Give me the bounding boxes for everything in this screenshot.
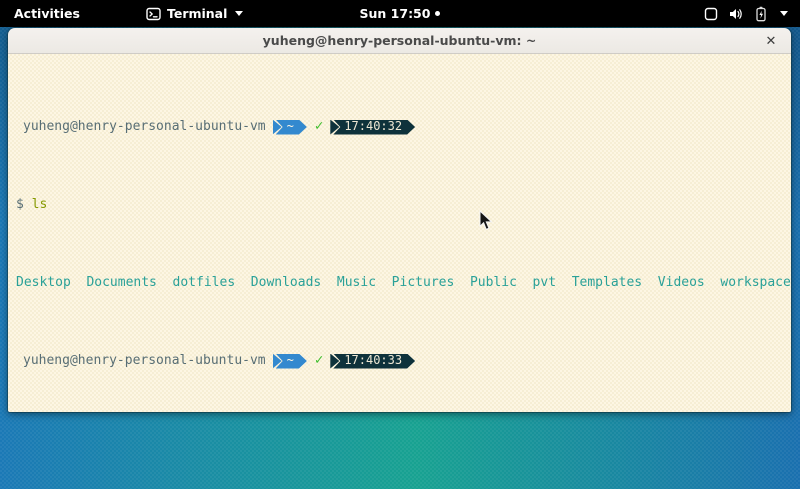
- prompt-user: yuheng@henry-personal-ubuntu-vm: [23, 119, 266, 135]
- system-status-area[interactable]: [692, 0, 800, 27]
- prompt-user: yuheng@henry-personal-ubuntu-vm: [23, 353, 266, 369]
- typed-command: ls: [32, 197, 48, 213]
- status-check-icon: ✓: [315, 119, 323, 135]
- terminal-screen[interactable]: yuheng@henry-personal-ubuntu-vm ~ ✓ 17:4…: [8, 54, 791, 412]
- clock-label[interactable]: Sun 17:50: [360, 6, 431, 21]
- prompt-line-1: yuheng@henry-personal-ubuntu-vm ~ ✓ 17:4…: [16, 119, 791, 135]
- prompt-path-segment: ~: [273, 120, 307, 135]
- chevron-down-icon: [780, 11, 788, 16]
- prompt-path-segment: ~: [273, 354, 307, 369]
- prompt-time-segment: 17:40:32: [330, 120, 415, 135]
- notification-dot: [435, 11, 440, 16]
- close-icon[interactable]: ✕: [759, 28, 783, 54]
- terminal-window: yuheng@henry-personal-ubuntu-vm: ~ ✕ yuh…: [8, 28, 791, 412]
- chevron-down-icon: [235, 11, 243, 16]
- terminal-icon: [146, 7, 161, 21]
- window-title: yuheng@henry-personal-ubuntu-vm: ~: [263, 33, 537, 48]
- volume-icon: [729, 7, 744, 21]
- ls-output: Desktop Documents dotfiles Downloads Mus…: [16, 275, 791, 291]
- desktop: { "top_bar": { "activities_label": "Acti…: [0, 0, 800, 489]
- battery-charging-icon: [755, 6, 767, 22]
- prompt-line-2: yuheng@henry-personal-ubuntu-vm ~ ✓ 17:4…: [16, 353, 791, 369]
- top-bar: Activities Terminal Sun 17:50: [0, 0, 800, 27]
- activities-button[interactable]: Activities: [0, 0, 94, 27]
- prompt-time: 17:40:32: [333, 120, 415, 135]
- prompt-time: 17:40:33: [333, 354, 415, 369]
- prompt-time-segment: 17:40:33: [330, 354, 415, 369]
- app-menu-label: Terminal: [167, 6, 227, 21]
- status-check-icon: ✓: [315, 353, 323, 369]
- screen-share-icon: [704, 7, 718, 21]
- app-menu-terminal[interactable]: Terminal: [136, 0, 253, 27]
- clock-area: Sun 17:50: [0, 0, 800, 27]
- window-titlebar[interactable]: yuheng@henry-personal-ubuntu-vm: ~ ✕: [8, 28, 791, 54]
- command-line: $ ls: [16, 197, 791, 213]
- prompt-dollar: $: [16, 197, 24, 213]
